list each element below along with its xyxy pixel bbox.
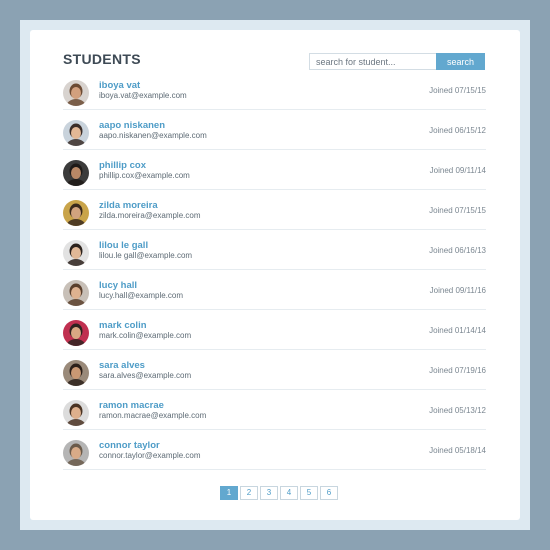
student-row: lilou le gall lilou.le gall@example.com Jo… <box>63 230 486 270</box>
avatar <box>63 280 89 306</box>
avatar <box>63 80 89 106</box>
student-email: connor.taylor@example.com <box>99 451 201 460</box>
joined-date: Joined 07/15/15 <box>429 86 486 95</box>
search-input[interactable] <box>309 53 436 70</box>
page-button-2[interactable]: 2 <box>240 486 258 500</box>
joined-date: Joined 06/15/12 <box>429 126 486 135</box>
student-email: lucy.hall@example.com <box>99 291 184 300</box>
student-row: lucy hall lucy.hall@example.com Joined 09/… <box>63 270 486 310</box>
student-row: phillip cox phillip.cox@example.com Joined… <box>63 150 486 190</box>
student-name-link[interactable]: lucy hall <box>99 280 137 291</box>
page-button-3[interactable]: 3 <box>260 486 278 500</box>
student-email: sara.alves@example.com <box>99 371 192 380</box>
page-button-4[interactable]: 4 <box>280 486 298 500</box>
joined-date: Joined 05/13/12 <box>429 406 486 415</box>
student-name-link[interactable]: sara alves <box>99 360 145 371</box>
student-row: zilda moreira zilda.moreira@example.com Jo… <box>63 190 486 230</box>
avatar <box>63 120 89 146</box>
student-list: iboya vat iboya.vat@example.com Joined 07/… <box>63 70 486 470</box>
avatar <box>63 320 89 346</box>
page-title: STUDENTS <box>63 51 141 67</box>
search-bar: search <box>309 53 485 70</box>
student-email: mark.colin@example.com <box>99 331 192 340</box>
student-email: ramon.macrae@example.com <box>99 411 207 420</box>
avatar <box>63 400 89 426</box>
student-email: zilda.moreira@example.com <box>99 211 201 220</box>
student-row: aapo niskanen aapo.niskanen@example.com Jo… <box>63 110 486 150</box>
page-button-5[interactable]: 5 <box>300 486 318 500</box>
student-row: mark colin mark.colin@example.com Joined 0… <box>63 310 486 350</box>
page-button-6[interactable]: 6 <box>320 486 338 500</box>
search-button[interactable]: search <box>436 53 485 70</box>
student-email: phillip.cox@example.com <box>99 171 190 180</box>
student-name-link[interactable]: phillip cox <box>99 160 146 171</box>
avatar <box>63 360 89 386</box>
student-row: iboya vat iboya.vat@example.com Joined 07/… <box>63 70 486 110</box>
students-card: STUDENTS search iboya vatiboya.vat@examp… <box>30 30 520 520</box>
student-name-link[interactable]: lilou le gall <box>99 240 148 251</box>
student-name-link[interactable]: connor taylor <box>99 440 160 451</box>
avatar <box>63 160 89 186</box>
student-row: ramon macrae ramon.macrae@example.com Join… <box>63 390 486 430</box>
joined-date: Joined 09/11/14 <box>429 166 486 175</box>
avatar <box>63 240 89 266</box>
joined-date: Joined 06/16/13 <box>429 246 486 255</box>
student-name-link[interactable]: ramon macrae <box>99 400 164 411</box>
student-email: aapo.niskanen@example.com <box>99 131 207 140</box>
joined-date: Joined 07/19/16 <box>429 366 486 375</box>
student-name-link[interactable]: zilda moreira <box>99 200 158 211</box>
student-email: iboya.vat@example.com <box>99 91 187 100</box>
student-row: connor taylor connor.taylor@example.com Jo… <box>63 430 486 470</box>
student-name-link[interactable]: iboya vat <box>99 80 140 91</box>
joined-date: Joined 01/14/14 <box>429 326 486 335</box>
page-button-1[interactable]: 1 <box>220 486 238 500</box>
avatar <box>63 200 89 226</box>
joined-date: Joined 05/18/14 <box>429 446 486 455</box>
pagination: 123456 <box>220 486 340 500</box>
joined-date: Joined 07/15/15 <box>429 206 486 215</box>
joined-date: Joined 09/11/16 <box>429 286 486 295</box>
student-name-link[interactable]: aapo niskanen <box>99 120 165 131</box>
student-email: lilou.le gall@example.com <box>99 251 193 260</box>
avatar <box>63 440 89 466</box>
student-name-link[interactable]: mark colin <box>99 320 147 331</box>
student-row: sara alves sara.alves@example.com Joined 0… <box>63 350 486 390</box>
outer-frame: STUDENTS search iboya vatiboya.vat@examp… <box>20 20 530 530</box>
